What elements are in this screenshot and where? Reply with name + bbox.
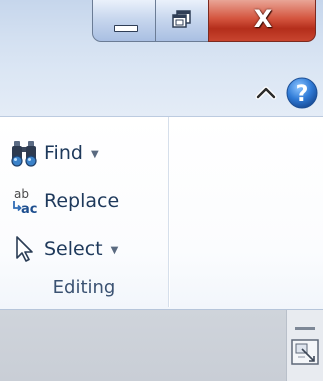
restore-button[interactable] bbox=[155, 0, 209, 42]
view-toggle-icon[interactable] bbox=[289, 337, 321, 367]
svg-text:ac: ac bbox=[21, 202, 37, 216]
help-glyph: ? bbox=[296, 82, 309, 107]
cursor-arrow-icon bbox=[16, 236, 33, 262]
app-window: X ? Find ▼ ab ac Replace Select ▼ Editin… bbox=[0, 0, 323, 381]
close-icon: X bbox=[253, 5, 273, 33]
find-button[interactable]: Find ▼ bbox=[10, 133, 99, 173]
ribbon-body: Find ▼ ab ac Replace Select ▼ Editing bbox=[0, 117, 323, 310]
find-label: Find bbox=[44, 142, 83, 164]
document-area bbox=[0, 310, 323, 381]
select-label: Select bbox=[44, 238, 103, 260]
select-button[interactable]: Select ▼ bbox=[10, 229, 118, 269]
title-bar: X bbox=[0, 0, 323, 70]
group-divider bbox=[168, 117, 169, 307]
help-icon[interactable]: ? bbox=[285, 76, 319, 110]
replace-button[interactable]: ab ac Replace bbox=[10, 181, 119, 221]
close-button[interactable]: X bbox=[208, 0, 316, 42]
ribbon-tab-strip: ? bbox=[0, 70, 323, 117]
select-dropdown-arrow-icon[interactable]: ▼ bbox=[111, 245, 119, 256]
replace-icon: ab ac bbox=[13, 187, 37, 216]
chevron-up-icon[interactable] bbox=[253, 80, 279, 106]
split-handle[interactable] bbox=[295, 327, 315, 330]
restore-icon bbox=[172, 10, 191, 28]
find-dropdown-arrow-icon[interactable]: ▼ bbox=[91, 149, 99, 160]
svg-text:ab: ab bbox=[14, 187, 29, 201]
editing-group-label: Editing bbox=[52, 277, 116, 298]
scrollbar-strip bbox=[286, 310, 323, 381]
minimize-button[interactable] bbox=[92, 0, 156, 42]
replace-label: Replace bbox=[44, 190, 120, 212]
binoculars-icon bbox=[11, 141, 37, 167]
minimize-icon bbox=[114, 25, 138, 32]
